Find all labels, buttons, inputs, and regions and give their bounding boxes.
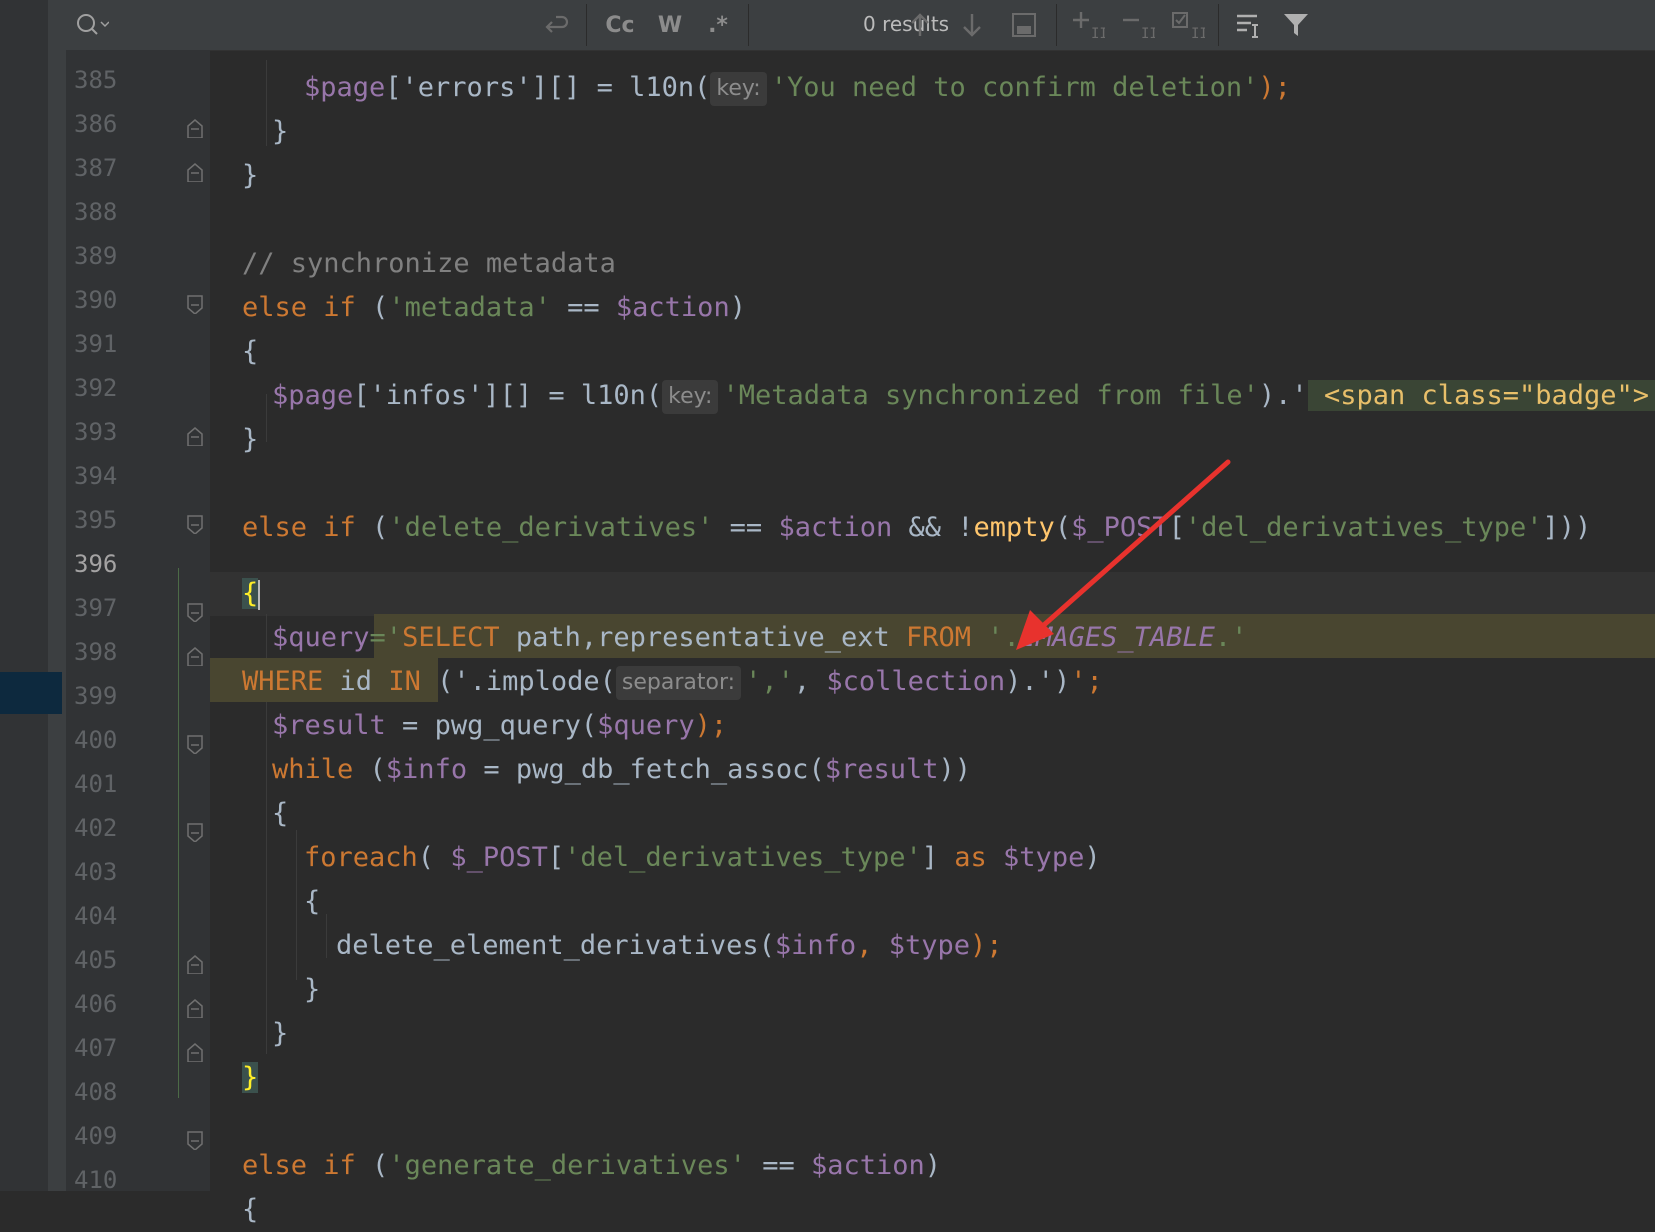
param-hint-key: key: [710, 71, 767, 106]
add-occurrence-icon[interactable]: II [1066, 8, 1110, 42]
search-icon[interactable] [70, 8, 114, 42]
code-line-403: { [304, 886, 321, 917]
line-number: 410 [74, 1166, 118, 1194]
line-number: 404 [74, 902, 118, 930]
select-all-occurrences-icon[interactable] [1004, 8, 1044, 42]
fold-toggle-icon[interactable] [186, 998, 204, 1018]
line-number: 385 [74, 66, 118, 94]
line-number: 407 [74, 1034, 118, 1062]
line-number: 391 [74, 330, 118, 358]
line-number: 406 [74, 990, 118, 1018]
code-editor[interactable]: $page['errors'][] = l10n(key: 'You need t… [178, 50, 1655, 1225]
line-number: 400 [74, 726, 118, 754]
code-line-401: { [272, 798, 289, 829]
fold-toggle-icon[interactable] [186, 734, 204, 754]
code-line-392: $page['infos'][] = l10n(key: 'Metadata sy… [272, 374, 1655, 418]
line-number: 387 [74, 154, 118, 182]
fold-toggle-icon[interactable] [186, 294, 204, 314]
line-number: 388 [74, 198, 118, 226]
project-side-strip [0, 0, 66, 1191]
text-caret [258, 579, 261, 610]
code-line-410: { [242, 1194, 259, 1225]
matched-brace: } [242, 1062, 259, 1093]
svg-text:II: II [1141, 26, 1155, 40]
code-line-405: } [304, 974, 321, 1005]
fold-toggle-icon[interactable] [186, 426, 204, 446]
line-number: 386 [74, 110, 118, 138]
line-number: 405 [74, 946, 118, 974]
line-number: 393 [74, 418, 118, 446]
svg-text:II: II [1091, 26, 1105, 40]
line-number: 394 [74, 462, 118, 490]
code-line-396: { [242, 572, 261, 616]
fold-toggle-icon[interactable] [186, 646, 204, 666]
match-case-button[interactable]: Cc [598, 8, 642, 42]
line-number: 398 [74, 638, 118, 666]
code-line-404: delete_element_derivatives($info, $type)… [336, 930, 1003, 961]
current-line-highlight [210, 572, 1655, 616]
code-line-406: } [272, 1018, 289, 1049]
code-line-386: } [272, 116, 289, 147]
param-hint-key: key: [662, 379, 719, 414]
fold-toggle-icon[interactable] [186, 822, 204, 842]
regex-button[interactable]: .* [696, 8, 740, 42]
fold-toggle-icon[interactable] [186, 1042, 204, 1062]
line-number: 401 [74, 770, 118, 798]
code-line-409: else if ('generate_derivatives' == $acti… [242, 1150, 942, 1181]
svg-text:II: II [1191, 26, 1205, 40]
code-line-399: $result = pwg_query($query); [272, 710, 728, 741]
fold-toggle-icon[interactable] [186, 162, 204, 182]
line-number: 392 [74, 374, 118, 402]
line-number: 396 [74, 550, 118, 578]
param-hint-separator: separator: [615, 665, 742, 700]
code-line-385: $page['errors'][] = l10n(key: 'You need t… [304, 66, 1291, 110]
code-line-395: else if ('delete_derivatives' == $action… [242, 512, 1592, 543]
code-line-393: } [242, 424, 259, 455]
whole-words-button[interactable]: W [648, 8, 692, 42]
code-line-402: foreach( $_POST['del_derivatives_type'] … [304, 842, 1101, 873]
line-number: 399 [74, 682, 118, 710]
fold-toggle-icon[interactable] [186, 1130, 204, 1150]
find-toolbar: Cc W .* 0 results II II II [66, 0, 1655, 51]
code-line-391: { [242, 336, 259, 367]
fold-toggle-icon[interactable] [186, 954, 204, 974]
line-number: 395 [74, 506, 118, 534]
filter-icon[interactable] [1276, 8, 1316, 42]
line-number: 408 [74, 1078, 118, 1106]
line-number: 389 [74, 242, 118, 270]
arrow-up-icon[interactable] [902, 8, 938, 42]
code-line-398: WHERE id IN ('.implode(separator: ',', $c… [242, 660, 1103, 704]
code-line-389: // synchronize metadata [242, 248, 616, 279]
fold-toggle-icon[interactable] [186, 118, 204, 138]
code-line-397: $query='SELECT path,representative_ext F… [272, 622, 1248, 653]
side-scrollbar[interactable] [48, 0, 66, 1191]
line-number: 390 [74, 286, 118, 314]
code-line-400: while ($info = pwg_db_fetch_assoc($resul… [272, 754, 972, 785]
fold-toggle-icon[interactable] [186, 514, 204, 534]
matched-brace: { [242, 578, 259, 609]
selected-project-row[interactable] [0, 672, 62, 714]
line-number: 397 [74, 594, 118, 622]
remove-occurrence-icon[interactable]: II [1116, 8, 1160, 42]
line-number: 403 [74, 858, 118, 886]
fold-toggle-icon[interactable] [186, 602, 204, 622]
select-all-matches-icon[interactable]: II [1166, 8, 1210, 42]
new-line-icon[interactable] [536, 8, 576, 42]
filter-lines-icon[interactable] [1230, 8, 1270, 42]
code-line-387: } [242, 160, 259, 191]
code-line-390: else if ('metadata' == $action) [242, 292, 746, 323]
code-line-407: } [242, 1056, 259, 1100]
line-number: 402 [74, 814, 118, 842]
arrow-down-icon[interactable] [954, 8, 990, 42]
line-number: 409 [74, 1122, 118, 1150]
